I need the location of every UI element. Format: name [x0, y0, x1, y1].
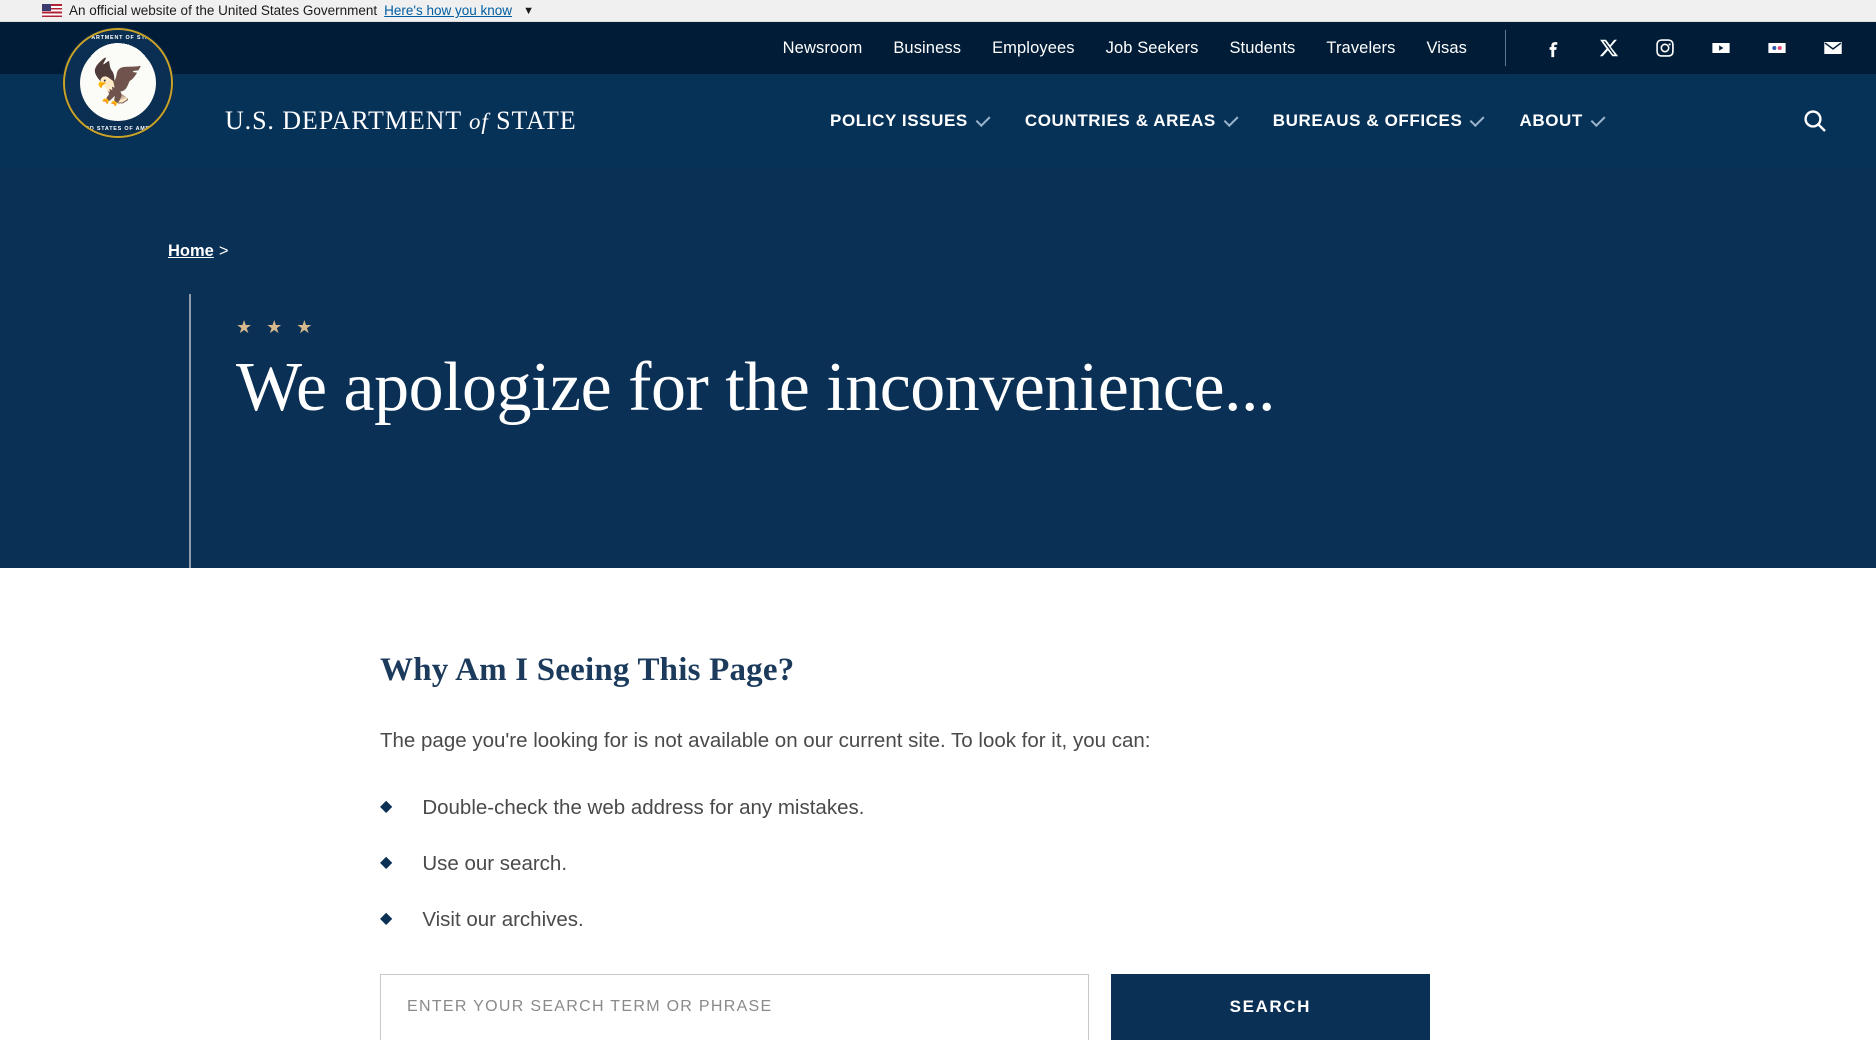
nav-label: COUNTRIES & AREAS	[1024, 110, 1216, 130]
hero-banner: Home > ★ ★ ★ We apologize for the inconve…	[0, 167, 1876, 568]
eagle-glyph: 🦅	[90, 58, 146, 107]
list-item-text: Visit our archives.	[422, 907, 584, 931]
seal-bottom-text: UNITED STATES OF AMERICA	[69, 125, 167, 132]
diamond-bullet-icon: ◆	[380, 853, 393, 871]
wordmark-of: of	[469, 108, 489, 134]
search-icon	[1804, 109, 1826, 132]
x-twitter-icon[interactable]	[1598, 37, 1620, 59]
site-wordmark[interactable]: U.S. DEPARTMENT of STATE	[225, 106, 577, 136]
utility-link-employees[interactable]: Employees	[992, 39, 1075, 58]
three-stars-decoration: ★ ★ ★	[236, 318, 1275, 336]
diamond-bullet-icon: ◆	[380, 797, 393, 815]
utility-link-job-seekers[interactable]: Job Seekers	[1106, 39, 1199, 58]
page-title: We apologize for the inconvenience...	[236, 349, 1276, 426]
utility-divider	[1505, 30, 1506, 66]
main-content: Why Am I Seeing This Page? The page you'…	[0, 568, 1876, 1040]
nav-item-policy-issues[interactable]: POLICY ISSUES	[830, 111, 991, 131]
suggestions-list: ◆ Double-check the web address for any m…	[380, 796, 1430, 932]
wordmark-part1: U.S. DEPARTMENT	[225, 105, 462, 135]
hero-content: ★ ★ ★ We apologize for the inconvenience…	[189, 294, 1276, 568]
facebook-icon[interactable]	[1542, 37, 1564, 59]
nav-item-countries-areas[interactable]: COUNTRIES & AREAS	[1025, 111, 1239, 131]
breadcrumb: Home >	[168, 242, 228, 261]
search-button[interactable]: SEARCH	[1110, 973, 1430, 1040]
gov-banner-text: An official website of the United States…	[69, 3, 378, 18]
utility-nav: Newsroom Business Employees Job Seekers …	[783, 39, 1467, 58]
chevron-down-icon	[975, 111, 991, 127]
nav-label: ABOUT	[1519, 110, 1583, 130]
utility-link-newsroom[interactable]: Newsroom	[783, 39, 863, 58]
star-icon: ★	[236, 317, 253, 337]
list-item-text: Double-check the web address for any mis…	[422, 795, 865, 819]
star-icon: ★	[266, 317, 283, 337]
breadcrumb-separator: >	[218, 242, 229, 260]
site-search-form: SEARCH	[380, 973, 1430, 1040]
list-item: ◆ Double-check the web address for any m…	[380, 796, 1430, 820]
utility-link-business[interactable]: Business	[893, 39, 961, 58]
utility-link-students[interactable]: Students	[1229, 39, 1295, 58]
chevron-down-icon	[1590, 111, 1606, 127]
seal-top-text: DEPARTMENT OF STATE	[78, 34, 158, 41]
wordmark-part2: STATE	[496, 105, 577, 135]
section-heading: Why Am I Seeing This Page?	[380, 652, 795, 688]
nav-item-bureaus-offices[interactable]: BUREAUS & OFFICES	[1273, 111, 1486, 131]
youtube-icon[interactable]	[1710, 37, 1732, 59]
breadcrumb-home-link[interactable]: Home	[168, 242, 214, 260]
chevron-down-icon	[1223, 111, 1239, 127]
social-links	[1542, 37, 1844, 59]
heres-how-you-know-link[interactable]: Here's how you know	[384, 3, 512, 18]
search-input[interactable]	[380, 973, 1089, 1040]
list-item-text: Use our search.	[422, 851, 568, 875]
flickr-icon[interactable]	[1766, 37, 1788, 59]
masthead: DEPARTMENT OF STATE UNITED STATES OF AME…	[0, 28, 1876, 167]
chevron-down-icon	[1470, 111, 1485, 127]
us-flag-icon	[42, 4, 62, 17]
instagram-icon[interactable]	[1654, 37, 1676, 59]
department-of-state-seal-icon[interactable]: DEPARTMENT OF STATE UNITED STATES OF AME…	[63, 28, 173, 138]
utility-bar: Newsroom Business Employees Job Seekers …	[0, 22, 1876, 74]
gov-banner: An official website of the United States…	[0, 0, 1876, 22]
utility-link-visas[interactable]: Visas	[1426, 39, 1467, 58]
utility-link-travelers[interactable]: Travelers	[1326, 39, 1395, 58]
nav-label: BUREAUS & OFFICES	[1272, 110, 1463, 130]
nav-item-about[interactable]: ABOUT	[1519, 110, 1606, 131]
primary-nav: POLICY ISSUES COUNTRIES & AREAS BUREAUS …	[830, 111, 1606, 131]
list-item: ◆ Use our search.	[380, 852, 1430, 876]
email-icon[interactable]	[1822, 37, 1844, 59]
star-icon: ★	[296, 317, 313, 337]
nav-label: POLICY ISSUES	[830, 110, 968, 130]
search-toggle-button[interactable]	[1802, 108, 1828, 134]
chevron-down-icon[interactable]: ▼	[523, 5, 534, 17]
intro-paragraph: The page you're looking for is not avail…	[380, 729, 1151, 752]
list-item: ◆ Visit our archives.	[380, 908, 1430, 932]
diamond-bullet-icon: ◆	[380, 909, 393, 927]
